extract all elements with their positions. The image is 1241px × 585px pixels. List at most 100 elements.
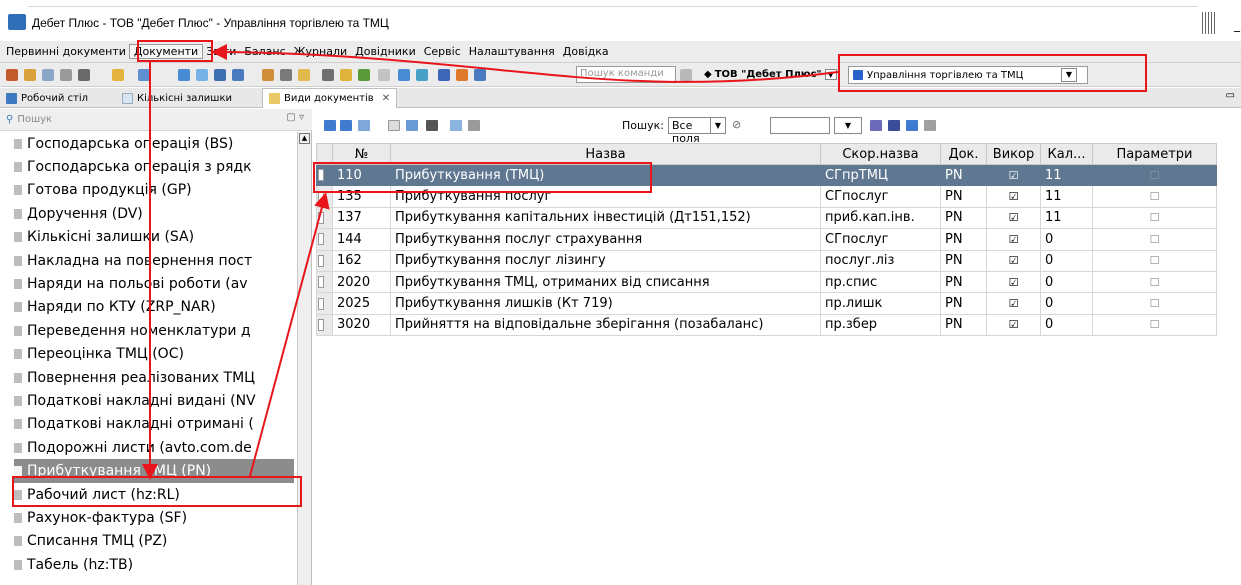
home-icon[interactable] — [6, 69, 18, 81]
cell-params-checkbox[interactable]: ☐ — [1092, 292, 1217, 315]
cell-used-checkbox[interactable]: ☑ — [986, 163, 1041, 187]
menu-item-references[interactable]: Довідники — [351, 45, 420, 58]
row-marker[interactable] — [316, 292, 333, 315]
table-row[interactable]: 2020 Прибуткування ТМЦ, отриманих від спи… — [316, 270, 1217, 294]
lock-icon[interactable] — [680, 69, 692, 81]
row-marker[interactable] — [316, 206, 333, 230]
minimize-view-icon[interactable]: ▭ — [1226, 90, 1235, 101]
user-icon[interactable] — [262, 69, 274, 81]
menu-item-balance[interactable]: Баланс — [240, 45, 289, 58]
cell-params-checkbox[interactable]: ☐ — [1092, 163, 1217, 187]
row-marker[interactable] — [316, 249, 333, 272]
menu-item-settings[interactable]: Налаштування — [465, 45, 559, 58]
menu-item-primary-docs[interactable]: Первинні документи — [2, 45, 130, 58]
cell-used-checkbox[interactable]: ☑ — [986, 249, 1041, 272]
list-item[interactable]: Накладна на повернення пост — [14, 249, 294, 272]
pin-icon[interactable] — [924, 120, 936, 131]
table-icon[interactable] — [196, 69, 208, 81]
copy-doc-icon[interactable] — [138, 69, 150, 81]
row-marker[interactable] — [316, 270, 333, 294]
calc-icon[interactable] — [322, 69, 334, 81]
flag-icon[interactable] — [416, 69, 428, 81]
filter-icon[interactable] — [468, 120, 480, 131]
list-item[interactable]: Подорожні листи (avto.com.de — [14, 436, 294, 459]
edit-icon[interactable] — [406, 120, 418, 131]
globe-icon[interactable] — [456, 69, 468, 81]
menu-item-service[interactable]: Сервіс — [420, 45, 465, 58]
table-row[interactable]: 144 Прибуткування послуг страхування СГпос… — [316, 228, 1217, 251]
chevron-down-icon[interactable]: ▼ — [710, 117, 726, 134]
row-marker[interactable] — [316, 185, 333, 208]
star-icon[interactable] — [340, 69, 352, 81]
scroll-up-icon[interactable]: ▲ — [299, 133, 310, 144]
settings-icon[interactable] — [280, 69, 292, 81]
chart-icon[interactable] — [232, 69, 244, 81]
open-icon[interactable] — [24, 69, 36, 81]
table-row[interactable]: 2025 Прибуткування лишків (Кт 719) пр.лишк… — [316, 292, 1217, 315]
forward-icon[interactable] — [340, 120, 352, 131]
more-icon[interactable] — [426, 120, 438, 131]
cell-params-checkbox[interactable]: ☐ — [1092, 249, 1217, 272]
new-icon[interactable] — [388, 120, 400, 131]
cell-params-checkbox[interactable]: ☐ — [1092, 206, 1217, 230]
money-icon[interactable] — [298, 69, 310, 81]
chevron-down-icon[interactable]: ▼ — [1061, 68, 1077, 82]
module-selector[interactable]: Управління торгівлею та ТМЦ ▼ — [848, 66, 1088, 84]
list-item[interactable]: Переведення номенклатури д — [14, 319, 294, 342]
close-icon[interactable]: ✕ — [382, 93, 390, 104]
save-icon[interactable] — [888, 120, 900, 131]
row-marker[interactable] — [316, 313, 333, 337]
column-header-used[interactable]: Викор — [986, 143, 1041, 165]
table-row[interactable]: 3020 Прийняття на відповідальне зберіганн… — [316, 313, 1217, 337]
menu-item-reports[interactable]: Звіти — [202, 45, 240, 58]
list-icon[interactable] — [60, 69, 72, 81]
list-item[interactable]: Податкові накладні видані (NV — [14, 389, 294, 412]
cell-params-checkbox[interactable]: ☐ — [1092, 185, 1217, 208]
back-icon[interactable] — [324, 120, 336, 131]
cell-params-checkbox[interactable]: ☐ — [1092, 270, 1217, 294]
list-item[interactable]: Господарська операція з рядк — [14, 155, 294, 178]
help-icon[interactable] — [438, 69, 450, 81]
column-header-short-name[interactable]: Скор.назва — [820, 143, 941, 165]
tree-search-input[interactable]: ⚲ Пошук ▢ ▿ — [0, 109, 312, 131]
window-icon[interactable] — [398, 69, 410, 81]
clear-filter-icon[interactable]: ⊘ — [732, 118, 741, 131]
edit-icon[interactable] — [42, 69, 54, 81]
find-icon[interactable] — [870, 120, 882, 131]
report-icon[interactable] — [178, 69, 190, 81]
list-item[interactable]: Рахунок-фактура (SF) — [14, 506, 294, 529]
cell-used-checkbox[interactable]: ☑ — [986, 228, 1041, 251]
columns-icon[interactable] — [450, 120, 462, 131]
tree-scrollbar[interactable]: ▲ — [297, 132, 311, 585]
tab-desktop[interactable]: Робочий стіл — [0, 88, 94, 108]
list-item[interactable]: Табель (hz:TB) — [14, 553, 294, 576]
chevron-down-icon[interactable]: ▼ — [824, 69, 837, 80]
command-search-input[interactable]: Пошук команди — [576, 66, 676, 83]
column-header-doc[interactable]: Док. — [940, 143, 987, 165]
tab-stock-balances[interactable]: Кількісні залишки — [116, 88, 238, 108]
list-item[interactable]: Господарська операція (BS) — [14, 132, 294, 155]
column-header-cal[interactable]: Кал... — [1040, 143, 1093, 165]
column-header-number[interactable]: № — [332, 143, 391, 165]
plus-icon[interactable] — [358, 69, 370, 81]
cell-params-checkbox[interactable]: ☐ — [1092, 313, 1217, 337]
row-marker[interactable] — [316, 163, 333, 187]
row-marker[interactable] — [316, 228, 333, 251]
gear-icon[interactable] — [378, 69, 390, 81]
new-doc-icon[interactable] — [112, 69, 124, 81]
cell-params-checkbox[interactable]: ☐ — [1092, 228, 1217, 251]
list-item[interactable]: Наряди на польові роботи (av — [14, 272, 294, 295]
minimize-button[interactable]: _ — [1234, 18, 1240, 32]
undo-icon[interactable] — [906, 120, 918, 131]
table-row[interactable]: 137 Прибуткування капітальних інвестицій … — [316, 206, 1217, 230]
list-item[interactable]: Рабочий лист (hz:RL) — [14, 483, 294, 506]
list-item[interactable]: Податкові накладні отримані ( — [14, 413, 294, 436]
tab-document-types[interactable]: Види документів ✕ — [262, 88, 398, 108]
table-row[interactable]: 110 Прибуткування (ТМЦ) СГпрТМЦ PN ☑ 11 ☐ — [316, 163, 1217, 187]
table-row[interactable]: 135 Прибуткування послуг СГпослуг PN ☑ 11 ☐ — [316, 185, 1217, 208]
grid-icon[interactable] — [214, 69, 226, 81]
list-item[interactable]: Повернення реалізованих ТМЦ — [14, 366, 294, 389]
print-icon[interactable] — [78, 69, 90, 81]
refresh-icon[interactable] — [358, 120, 370, 131]
list-item[interactable]: Доручення (DV) — [14, 202, 294, 225]
